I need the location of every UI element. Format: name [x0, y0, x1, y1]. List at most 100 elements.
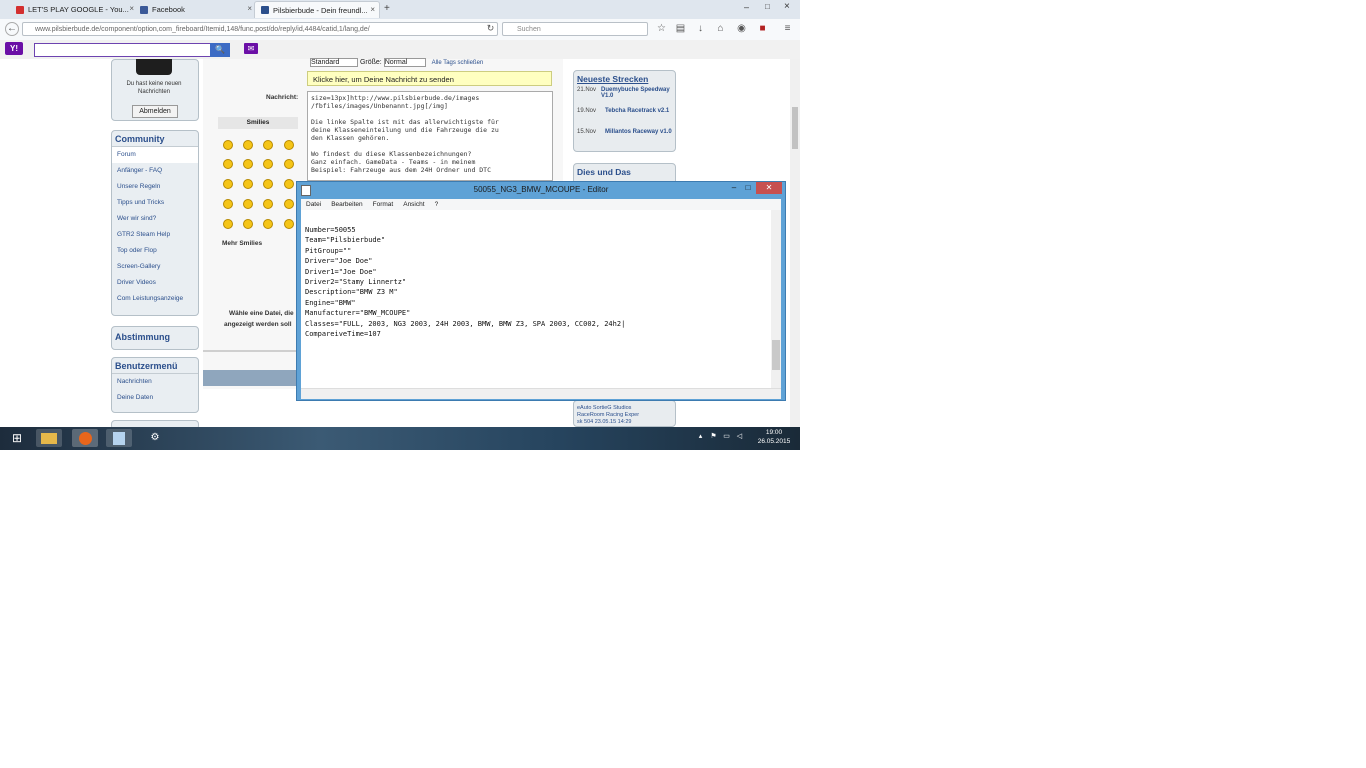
track-name[interactable]: Millantos Raceway v1.0: [605, 129, 672, 148]
pocket-icon[interactable]: ◉: [735, 22, 748, 35]
download-icon[interactable]: ↓: [694, 22, 707, 35]
new-tab-button[interactable]: +: [384, 3, 390, 14]
smilie-icon[interactable]: [284, 219, 294, 229]
addon-icon[interactable]: ■: [756, 22, 769, 35]
close-tags-link[interactable]: Alle Tags schließen: [432, 60, 484, 66]
community-title: Community: [112, 131, 198, 147]
track-item[interactable]: 15.Nov Millantos Raceway v1.0: [574, 128, 675, 149]
yahoo-logo-icon[interactable]: Y!: [5, 42, 23, 55]
sidebar-item-my-data[interactable]: Deine Daten: [112, 390, 198, 406]
close-tab-icon[interactable]: ×: [247, 4, 252, 13]
tab-pilsbierbude[interactable]: Pilsbierbude - Dein freundl... ×: [254, 1, 380, 18]
sidebar-item-messages[interactable]: Nachrichten: [112, 374, 198, 390]
close-window-button[interactable]: ×: [784, 1, 790, 12]
track-name[interactable]: Tebcha Racetrack v2.1: [605, 108, 669, 127]
smilie-icon[interactable]: [263, 140, 273, 150]
smilie-icon[interactable]: [263, 159, 273, 169]
smilie-icon[interactable]: [223, 159, 233, 169]
smilie-icon[interactable]: [243, 140, 253, 150]
control-panel-icon[interactable]: ⚙: [142, 429, 168, 447]
notepad-vertical-scrollbar[interactable]: [771, 210, 781, 388]
smilie-icon[interactable]: [223, 199, 233, 209]
menu-file[interactable]: Datei: [306, 199, 321, 210]
notepad-text-area[interactable]: Number=50055 Team="Pilsbierbude" PitGrou…: [301, 210, 771, 388]
news-line-1[interactable]: eAuto SortieG Studios: [577, 405, 672, 412]
message-textarea[interactable]: size=13px]http://www.pilsbierbude.de/ima…: [307, 91, 553, 181]
smilie-icon[interactable]: [284, 179, 294, 189]
notepad-horizontal-scrollbar[interactable]: [301, 388, 781, 399]
track-item[interactable]: 19.Nov Tebcha Racetrack v2.1: [574, 107, 675, 128]
yahoo-search-button[interactable]: 🔍: [210, 43, 230, 57]
smilie-icon[interactable]: [243, 219, 253, 229]
search-input[interactable]: Suchen: [502, 22, 648, 36]
start-button-icon[interactable]: ⊞: [4, 429, 30, 447]
notepad-minimize-button[interactable]: –: [727, 182, 741, 193]
menu-icon[interactable]: ≡: [781, 22, 794, 35]
back-arrow-icon[interactable]: ←: [5, 22, 19, 36]
smilie-icon[interactable]: [243, 179, 253, 189]
clock-date: 26.05.2015: [757, 438, 791, 445]
smilie-icon[interactable]: [243, 199, 253, 209]
scrollbar-thumb[interactable]: [772, 340, 780, 370]
font-select[interactable]: Standard: [310, 58, 358, 67]
notepad-maximize-button[interactable]: □: [741, 182, 755, 193]
sidebar-item-faq[interactable]: Anfänger - FAQ: [112, 163, 198, 179]
sidebar-item-steam-help[interactable]: GTR2 Steam Help: [112, 227, 198, 243]
flag-icon[interactable]: ⚑: [709, 432, 718, 441]
menu-edit[interactable]: Bearbeiten: [331, 199, 362, 210]
notepad-close-button[interactable]: ✕: [756, 182, 782, 194]
url-bar[interactable]: www.pilsbierbude.de/component/option,com…: [22, 22, 498, 36]
size-select[interactable]: Normal: [383, 58, 426, 67]
minimize-button[interactable]: –: [744, 2, 749, 12]
smilie-icon[interactable]: [263, 199, 273, 209]
news-line-2[interactable]: RaceRoom Racing Exper: [577, 412, 672, 419]
display-icon[interactable]: ▭: [722, 432, 731, 441]
close-tab-icon[interactable]: ×: [370, 5, 375, 14]
explorer-icon[interactable]: [36, 429, 62, 447]
sidebar-item-top-flop[interactable]: Top oder Flop: [112, 243, 198, 259]
sidebar-item-tips[interactable]: Tipps und Tricks: [112, 195, 198, 211]
smilie-icon[interactable]: [223, 179, 233, 189]
track-item[interactable]: 21.Nov Duemybuche Speedway V1.0: [574, 86, 675, 107]
smilie-icon[interactable]: [263, 219, 273, 229]
smilie-icon[interactable]: [243, 159, 253, 169]
reload-icon[interactable]: ↻: [484, 22, 497, 35]
home-icon[interactable]: ⌂: [714, 22, 727, 35]
tab-youtube[interactable]: LET'S PLAY GOOGLE - You... ×: [10, 1, 138, 18]
mail-icon[interactable]: ✉: [244, 43, 258, 54]
voting-title[interactable]: Abstimmung: [112, 327, 198, 344]
sidebar-item-forum[interactable]: Forum: [112, 147, 198, 163]
menu-help[interactable]: ?: [435, 199, 439, 210]
smilie-icon[interactable]: [284, 159, 294, 169]
sidebar-item-rules[interactable]: Unsere Regeln: [112, 179, 198, 195]
more-smilies-link[interactable]: Mehr Smilies: [222, 240, 262, 247]
smilie-icon[interactable]: [223, 219, 233, 229]
maximize-button[interactable]: □: [765, 2, 770, 11]
system-clock[interactable]: 19:00 26.05.2015: [752, 428, 796, 446]
smilie-icon[interactable]: [223, 140, 233, 150]
sidebar-item-gallery[interactable]: Screen-Gallery: [112, 259, 198, 275]
notepad-icon[interactable]: [106, 429, 132, 447]
yahoo-search-input[interactable]: [34, 43, 212, 57]
smilie-icon[interactable]: [284, 199, 294, 209]
scrollbar-thumb[interactable]: [792, 107, 798, 149]
smilie-icon[interactable]: [263, 179, 273, 189]
sidebar-item-com[interactable]: Com Leistungsanzeige: [112, 291, 198, 307]
tab-facebook[interactable]: Facebook ×: [134, 1, 256, 18]
bookmarks-list-icon[interactable]: ▤: [674, 22, 687, 35]
send-notice[interactable]: Klicke hier, um Deine Nachricht zu sende…: [307, 71, 552, 86]
sidebar-item-about[interactable]: Wer wir sind?: [112, 211, 198, 227]
logout-button[interactable]: Abmelden: [132, 105, 178, 118]
sidebar-item-videos[interactable]: Driver Videos: [112, 275, 198, 291]
smilie-icon[interactable]: [284, 140, 294, 150]
page-scrollbar[interactable]: [790, 59, 800, 427]
track-name[interactable]: Duemybuche Speedway V1.0: [601, 87, 672, 106]
notepad-window: 50055_NG3_BMW_MCOUPE - Editor – □ ✕ Date…: [296, 181, 786, 401]
volume-icon[interactable]: ◁: [735, 432, 744, 441]
firefox-icon[interactable]: [72, 429, 98, 447]
menu-view[interactable]: Ansicht: [403, 199, 424, 210]
bookmark-star-icon[interactable]: ☆: [655, 22, 668, 35]
tray-arrow-icon[interactable]: ▴: [696, 432, 705, 441]
menu-format[interactable]: Format: [373, 199, 394, 210]
tab-label: Pilsbierbude - Dein freundl...: [273, 5, 368, 15]
